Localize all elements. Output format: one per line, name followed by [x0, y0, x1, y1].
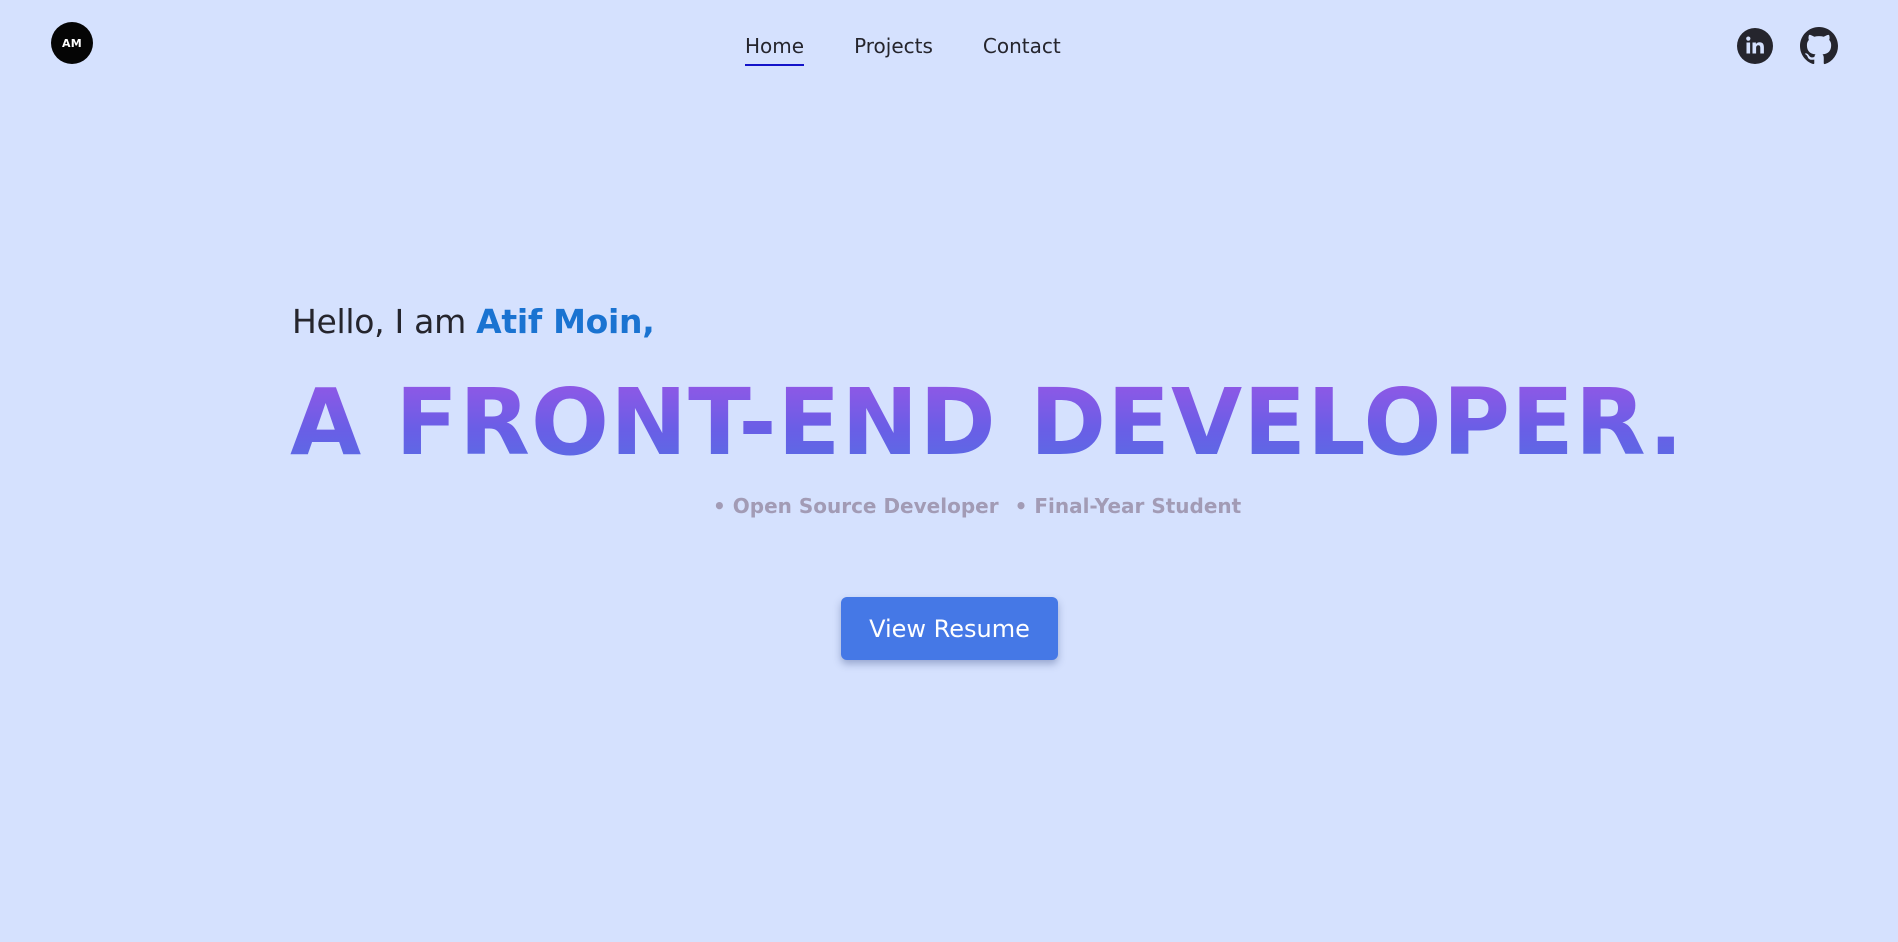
- page: AM Home Projects Contact Hello, I am Ati…: [0, 0, 1898, 942]
- linkedin-link[interactable]: [1737, 28, 1773, 64]
- greeting: Hello, I am Atif Moin,: [292, 302, 655, 341]
- role-item: • Final-Year Student: [1014, 494, 1242, 518]
- main-nav: Home Projects Contact: [745, 34, 1061, 66]
- github-icon: [1800, 27, 1838, 65]
- nav-link-projects[interactable]: Projects: [854, 34, 933, 60]
- nav-link-contact[interactable]: Contact: [983, 34, 1061, 60]
- linkedin-icon: [1737, 28, 1773, 64]
- nav-link-home[interactable]: Home: [745, 34, 805, 66]
- roles-list: • Open Source Developer • Final-Year Stu…: [713, 494, 1241, 518]
- role-item: • Open Source Developer: [713, 494, 999, 518]
- greeting-text: Hello, I am: [292, 302, 477, 341]
- github-link[interactable]: [1800, 27, 1838, 65]
- logo[interactable]: AM: [51, 22, 93, 64]
- view-resume-button[interactable]: View Resume: [841, 597, 1058, 660]
- hero-headline: A FRONT-END DEVELOPER.: [290, 369, 1685, 476]
- name-highlight: Atif Moin,: [476, 302, 655, 341]
